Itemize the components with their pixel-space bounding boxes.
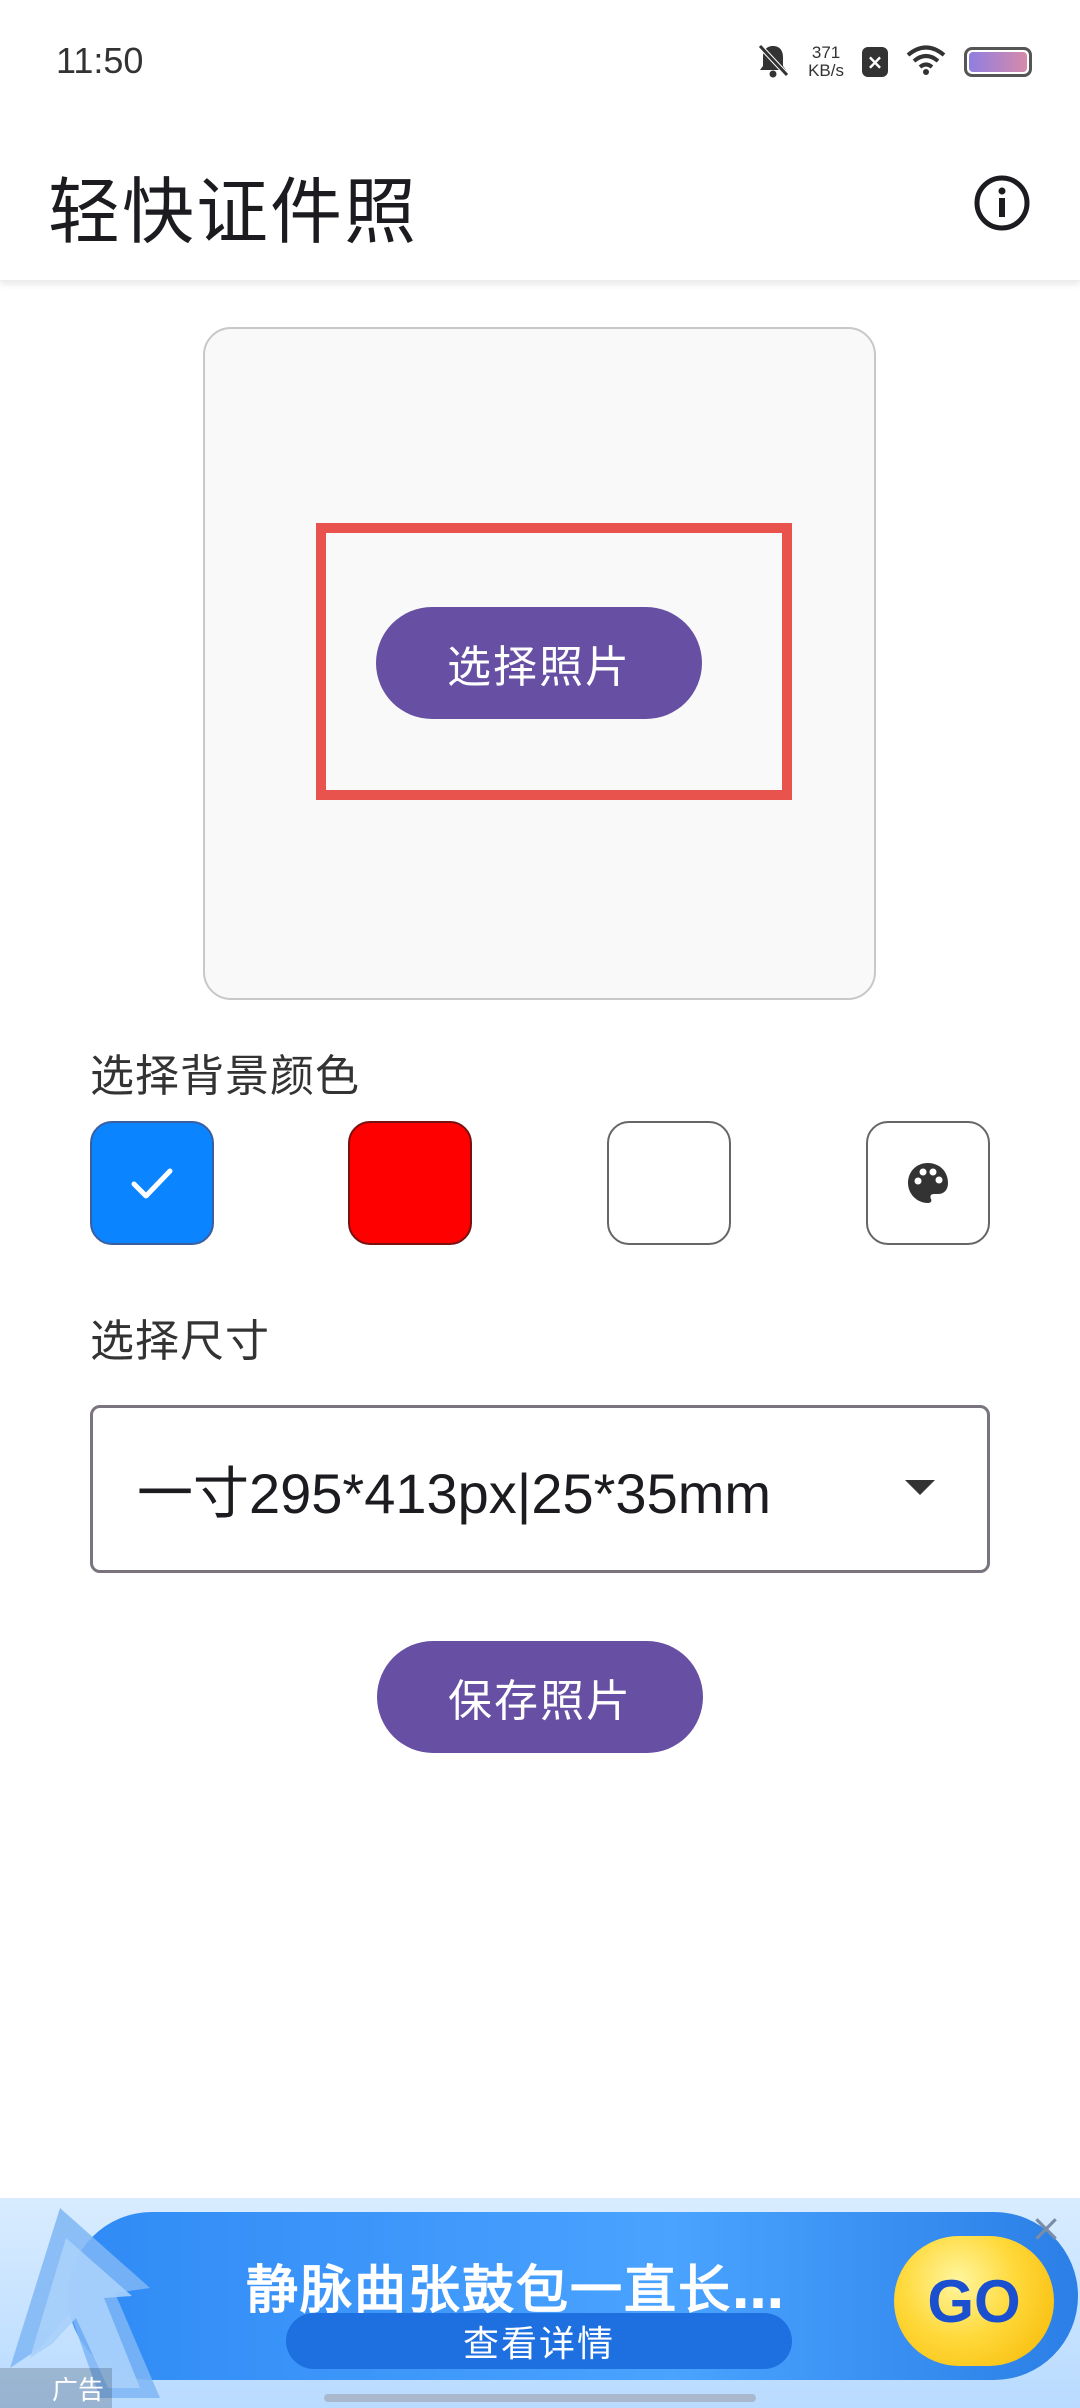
swatch-white[interactable]: [607, 1121, 731, 1245]
wifi-icon: [906, 44, 946, 80]
net-speed-unit: KB/s: [808, 61, 844, 80]
home-indicator[interactable]: [324, 2394, 756, 2402]
dropdown-arrow-icon: [905, 1480, 935, 1495]
save-photo-button[interactable]: 保存照片: [377, 1641, 703, 1753]
net-speed: 371 KB/s: [808, 44, 844, 80]
ad-tag: 广告: [0, 2368, 112, 2408]
close-box-icon: ×: [862, 47, 888, 77]
swatch-red[interactable]: [348, 1121, 472, 1245]
ad-banner[interactable]: 静脉曲张鼓包一直长… 查看详情 GO × 广告: [0, 2198, 1080, 2408]
background-color-label: 选择背景颜色: [90, 1051, 360, 1102]
swatch-custom[interactable]: [866, 1121, 990, 1245]
select-photo-button[interactable]: 选择照片: [376, 607, 702, 719]
swatch-blue[interactable]: [90, 1121, 214, 1245]
info-button[interactable]: [962, 163, 1042, 243]
mute-bell-icon: [756, 42, 790, 82]
status-icons: 371 KB/s ×: [756, 40, 1032, 84]
palette-icon: [908, 1163, 948, 1203]
size-label: 选择尺寸: [90, 1316, 270, 1367]
size-selected-value: 一寸295*413px|25*35mm: [137, 1461, 772, 1525]
ad-close-icon[interactable]: ×: [1028, 2209, 1064, 2247]
status-bar: 11:50 371 KB/s ×: [0, 0, 1080, 125]
app-bar: 轻快证件照: [0, 125, 1080, 281]
ad-go-button[interactable]: GO: [894, 2236, 1054, 2366]
ad-cta-button[interactable]: 查看详情: [286, 2313, 792, 2369]
battery-level: [969, 52, 1027, 72]
app-title: 轻快证件照: [48, 170, 419, 254]
info-icon: [974, 175, 1030, 231]
status-time: 11:50: [56, 40, 144, 81]
net-speed-value: 371: [811, 43, 841, 62]
ad-headline: 静脉曲张鼓包一直长…: [246, 2261, 787, 2321]
check-icon: [131, 1168, 173, 1199]
battery-icon: [964, 47, 1032, 77]
size-dropdown[interactable]: 一寸295*413px|25*35mm: [90, 1405, 990, 1573]
